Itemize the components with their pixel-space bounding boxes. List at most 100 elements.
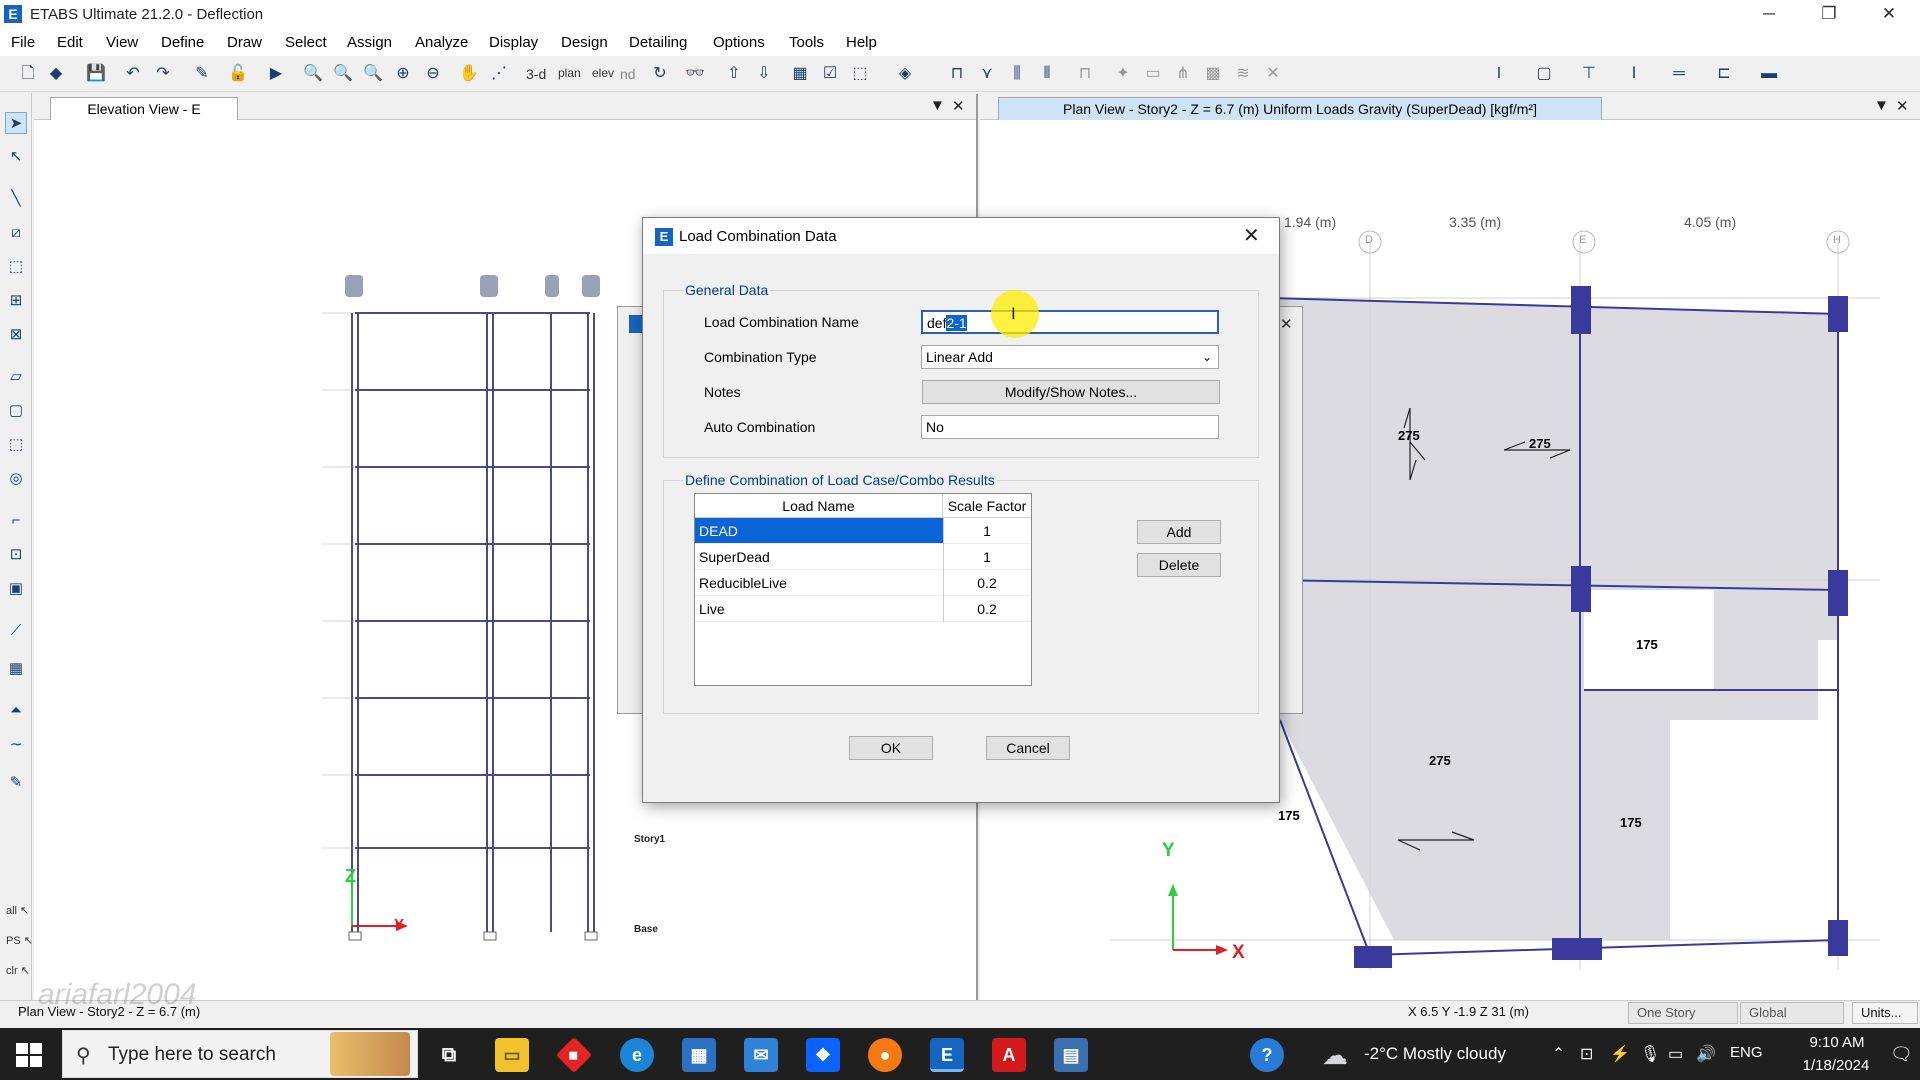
draw-rect-area-icon[interactable]: ▢	[5, 400, 27, 422]
glasses-icon[interactable]: 👓	[683, 62, 707, 86]
draw-point-icon[interactable]: ✦	[1111, 62, 1135, 86]
pane-dropdown-icon[interactable]: ▼	[930, 97, 945, 114]
section-t-icon[interactable]: ⊤	[1577, 62, 1601, 86]
minimize-button[interactable]: ─	[1746, 0, 1792, 30]
draw-tendon-icon[interactable]: ⏶	[5, 700, 27, 722]
calculator-icon[interactable]: ▤	[1054, 1038, 1088, 1072]
draw-grid-side-icon[interactable]: ▦	[5, 658, 27, 680]
row-scale-factor[interactable]: 1	[943, 544, 1031, 570]
tray-battery-icon[interactable]: ▭	[1668, 1044, 1683, 1064]
menu-design[interactable]: Design	[561, 34, 608, 51]
menu-draw[interactable]: Draw	[227, 34, 262, 51]
draw-grid-icon[interactable]: ⊞	[5, 290, 27, 312]
row-load-name[interactable]: DEAD	[695, 518, 943, 544]
zoom-window-icon[interactable]: 🔍	[301, 62, 325, 86]
draw-beams-icon[interactable]: ⫴	[1035, 62, 1059, 86]
draw-curve-icon[interactable]: ∼	[5, 734, 27, 756]
draw-column-icon[interactable]: ⫼	[1005, 62, 1029, 86]
new-model-icon[interactable]: 🗋	[16, 62, 40, 86]
table-row[interactable]: Live 0.2	[695, 596, 1031, 622]
ok-button[interactable]: OK	[849, 736, 933, 760]
draw-opening-side-icon[interactable]: ▣	[5, 578, 27, 600]
add-button[interactable]: Add	[1137, 520, 1221, 544]
units-button[interactable]: Units...	[1852, 1002, 1918, 1024]
menu-file[interactable]: File	[11, 34, 35, 51]
zoom-out-icon[interactable]: ⊖	[421, 62, 445, 86]
delete-button[interactable]: Delete	[1137, 553, 1221, 577]
zoom-rubber-icon[interactable]: 🔍	[331, 62, 355, 86]
row-load-name[interactable]: SuperDead	[695, 544, 943, 570]
cancel-button[interactable]: Cancel	[986, 736, 1070, 760]
objects-icon[interactable]: ▦	[788, 62, 812, 86]
open-icon[interactable]: ◆	[44, 62, 68, 86]
notifications-icon[interactable]: 🗨	[1890, 1044, 1913, 1065]
draw-column-side-icon[interactable]: ⬚	[5, 256, 27, 278]
etabs-task-icon[interactable]: E	[930, 1038, 964, 1072]
draw-area-icon[interactable]: ▩	[1201, 62, 1225, 86]
select-pointer-icon[interactable]: ➤	[5, 112, 27, 134]
help-icon[interactable]: ?	[1250, 1038, 1284, 1072]
section-c-icon[interactable]: ⊏	[1712, 62, 1736, 86]
menu-help[interactable]: Help	[846, 34, 877, 51]
edit-pen-icon[interactable]: ✎	[190, 62, 214, 86]
lock-icon[interactable]: 🔓	[226, 62, 250, 86]
draw-line-icon[interactable]: ╲	[5, 188, 27, 210]
rotate-icon[interactable]: ↻	[648, 62, 672, 86]
load-case-table[interactable]: Load Name Scale Factor DEAD 1 SuperDead …	[694, 493, 1032, 686]
section-bar-icon[interactable]: ▬	[1757, 62, 1781, 86]
reshape-icon[interactable]: ↖	[5, 146, 27, 168]
menu-display[interactable]: Display	[489, 34, 538, 51]
weather-text[interactable]: -2°C Mostly cloudy	[1364, 1044, 1506, 1064]
tab-plan-view[interactable]: Plan View - Story2 - Z = 6.7 (m) Uniform…	[998, 97, 1602, 120]
file-explorer-icon[interactable]: ▭	[495, 1038, 529, 1072]
clear-selection-label[interactable]: clr ↖	[6, 964, 30, 977]
zoom-in-icon[interactable]: ⊕	[391, 62, 415, 86]
check-icon[interactable]: ☑	[818, 62, 842, 86]
background-dialog-close-icon[interactable]: ✕	[1280, 315, 1293, 333]
close-button[interactable]: ✕	[1866, 0, 1912, 30]
row-scale-factor[interactable]: 1	[943, 518, 1031, 544]
draw-floor-icon[interactable]: ▱	[5, 366, 27, 388]
combination-type-select[interactable]: Linear Add ⌄	[921, 345, 1219, 369]
windows-start-icon[interactable]	[14, 1040, 44, 1070]
select-all-label[interactable]: all ↖	[6, 904, 29, 917]
draw-opening-icon[interactable]: ⋔	[1171, 62, 1195, 86]
combination-name-input[interactable]: def2-1	[921, 310, 1219, 334]
clock-time[interactable]: 9:10 AM	[1797, 1034, 1877, 1051]
restore-button[interactable]: ❐	[1806, 0, 1852, 30]
pane-close-icon[interactable]: ✕	[952, 97, 965, 115]
col-load-name[interactable]: Load Name	[695, 494, 943, 518]
mail-icon[interactable]: ✉	[744, 1038, 778, 1072]
edge-browser-icon[interactable]: e	[620, 1038, 654, 1072]
menu-analyze[interactable]: Analyze	[415, 34, 468, 51]
draw-wall-icon[interactable]: ⊓	[1073, 62, 1097, 86]
table-row[interactable]: SuperDead 1	[695, 544, 1031, 570]
draw-wall-stack-icon[interactable]: ⌐	[5, 510, 27, 532]
section-i2-icon[interactable]: Ⅰ	[1622, 62, 1646, 86]
section-line-icon[interactable]: ═	[1667, 62, 1691, 86]
tray-network-icon[interactable]: ⚡	[1610, 1044, 1630, 1064]
row-scale-factor[interactable]: 0.2	[943, 570, 1031, 596]
language-indicator[interactable]: ENG	[1730, 1044, 1763, 1061]
draw-link-side-icon[interactable]: ⟋	[5, 620, 27, 642]
menu-define[interactable]: Define	[161, 34, 204, 51]
undo-icon[interactable]: ↶	[121, 62, 145, 86]
draw-diagonal-icon[interactable]: ⧄	[5, 222, 27, 244]
table-row[interactable]: DEAD 1	[695, 518, 1031, 544]
move-up-icon[interactable]: ⇧	[722, 62, 746, 86]
story-mode-select[interactable]: One Story	[1628, 1002, 1738, 1024]
save-icon[interactable]: 💾	[84, 62, 108, 86]
coord-system-select[interactable]: Global	[1740, 1002, 1844, 1024]
pan-icon[interactable]: ✋	[457, 62, 481, 86]
quick-draw-area-icon[interactable]: ⬚	[5, 434, 27, 456]
rubber-band-icon[interactable]: ⋰	[487, 62, 511, 86]
col-scale-factor[interactable]: Scale Factor	[943, 494, 1031, 518]
menu-options[interactable]: Options	[713, 34, 765, 51]
row-load-name[interactable]: ReducibleLive	[695, 570, 943, 596]
tab-elevation-view[interactable]: Elevation View - E	[50, 97, 238, 120]
menu-edit[interactable]: Edit	[57, 34, 83, 51]
tray-mic-icon[interactable]: 🎙	[1640, 1044, 1660, 1064]
acrobat-icon[interactable]: A	[992, 1038, 1026, 1072]
display-options-icon[interactable]: ⬚	[848, 62, 872, 86]
view-3d-button[interactable]: 3-d	[526, 66, 546, 82]
